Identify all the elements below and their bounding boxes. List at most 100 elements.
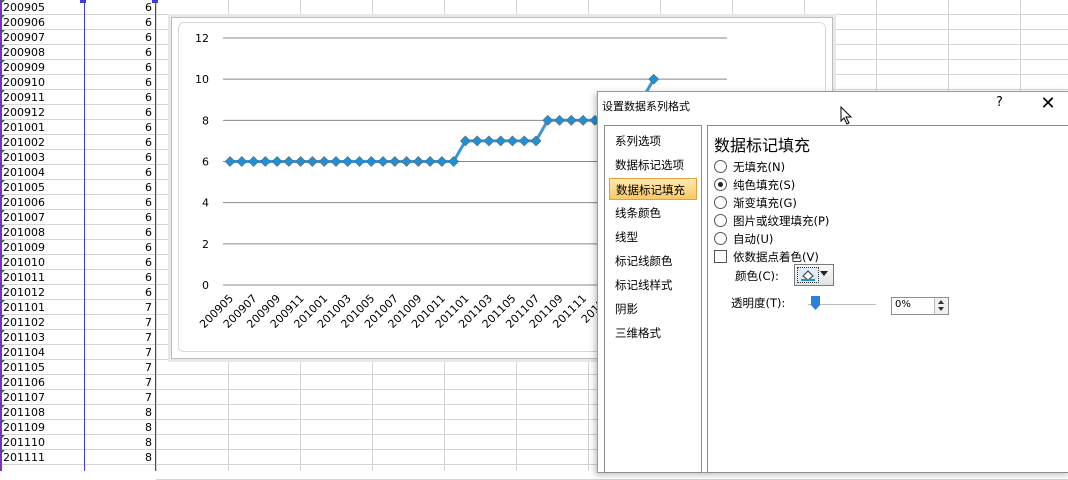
cell-period[interactable]: 201103 <box>0 330 84 345</box>
cell-value[interactable]: 6 <box>84 135 156 150</box>
spin-up-icon[interactable] <box>938 300 944 304</box>
radio-button[interactable] <box>714 214 727 227</box>
cell-value[interactable]: 6 <box>84 165 156 180</box>
cell-value[interactable]: 6 <box>84 240 156 255</box>
cell-period[interactable]: 201108 <box>0 405 84 420</box>
help-icon[interactable]: ? <box>996 95 1003 110</box>
cell-period[interactable]: 201004 <box>0 165 84 180</box>
cell-value[interactable]: 6 <box>84 120 156 135</box>
nav-item[interactable]: 标记线样式 <box>609 274 697 296</box>
cell-value[interactable]: 8 <box>84 450 156 465</box>
cell-value[interactable]: 8 <box>84 420 156 435</box>
cell-value[interactable]: 6 <box>84 285 156 300</box>
cell-period[interactable]: 200905 <box>0 0 84 15</box>
cell-period[interactable]: 200906 <box>0 15 84 30</box>
cell-value[interactable]: 6 <box>84 225 156 240</box>
cell-period[interactable]: 201003 <box>0 150 84 165</box>
spin-buttons[interactable] <box>934 298 948 314</box>
cell-period[interactable]: 201010 <box>0 255 84 270</box>
cell-value[interactable]: 7 <box>84 360 156 375</box>
checkbox-box[interactable] <box>714 250 727 263</box>
cell-value[interactable]: 6 <box>84 255 156 270</box>
cell-value[interactable]: 6 <box>84 60 156 75</box>
cell-period[interactable]: 201105 <box>0 360 84 375</box>
cell-period[interactable]: 201005 <box>0 180 84 195</box>
cell-period[interactable]: 201104 <box>0 345 84 360</box>
transparency-input[interactable]: 0% <box>891 297 949 315</box>
cell-period[interactable]: 201109 <box>0 420 84 435</box>
cell-period[interactable]: 201009 <box>0 240 84 255</box>
cell-period[interactable]: 201006 <box>0 195 84 210</box>
cell-value[interactable]: 7 <box>84 390 156 405</box>
data-point <box>554 114 565 126</box>
cell-value[interactable]: 6 <box>84 45 156 60</box>
cell-period[interactable]: 201110 <box>0 435 84 450</box>
nav-item[interactable]: 系列选项 <box>609 130 697 152</box>
cell-period[interactable]: 201007 <box>0 210 84 225</box>
cell-value[interactable]: 7 <box>84 315 156 330</box>
data-point <box>377 156 389 167</box>
radio-button[interactable] <box>714 178 727 191</box>
fill-option[interactable]: 无填充(N) <box>714 159 785 175</box>
cell-period[interactable]: 201011 <box>0 270 84 285</box>
nav-item[interactable]: 线条颜色 <box>609 202 697 224</box>
cell-period[interactable]: 201106 <box>0 375 84 390</box>
fill-option[interactable]: 自动(U) <box>714 231 773 247</box>
nav-item[interactable]: 三维格式 <box>609 322 697 344</box>
nav-item[interactable]: 数据标记填充 <box>609 178 697 200</box>
cell-period[interactable]: 201008 <box>0 225 84 240</box>
cell-period[interactable]: 200911 <box>0 90 84 105</box>
cell-period[interactable]: 201111 <box>0 450 84 465</box>
radio-button[interactable] <box>714 196 727 209</box>
spin-down-icon[interactable] <box>938 307 944 311</box>
fill-option[interactable]: 渐变填充(G) <box>714 195 797 211</box>
cell-period[interactable]: 200908 <box>0 45 84 60</box>
color-picker-button[interactable] <box>794 264 834 286</box>
cell-value[interactable]: 6 <box>84 210 156 225</box>
cell-value[interactable]: 6 <box>84 180 156 195</box>
cell-period[interactable]: 201102 <box>0 315 84 330</box>
cell-value[interactable]: 6 <box>84 150 156 165</box>
cell-value[interactable]: 6 <box>84 15 156 30</box>
close-icon[interactable]: ✕ <box>1038 93 1058 114</box>
cell-value[interactable]: 6 <box>84 0 156 15</box>
cell-value[interactable]: 6 <box>84 195 156 210</box>
vary-colors-checkbox[interactable]: 依数据点着色(V) <box>714 249 819 265</box>
radio-button[interactable] <box>714 232 727 245</box>
radio-button[interactable] <box>714 160 727 173</box>
data-point <box>259 156 271 167</box>
cell-value[interactable]: 6 <box>84 90 156 105</box>
cell-value[interactable]: 7 <box>84 330 156 345</box>
cell-value[interactable]: 8 <box>84 435 156 450</box>
cell-value[interactable]: 6 <box>84 105 156 120</box>
cell-value[interactable]: 7 <box>84 300 156 315</box>
selection-handle[interactable] <box>80 0 86 3</box>
cell-value[interactable]: 7 <box>84 375 156 390</box>
cell-value[interactable]: 6 <box>84 270 156 285</box>
cell-period[interactable]: 200912 <box>0 105 84 120</box>
cell-period[interactable]: 201107 <box>0 390 84 405</box>
cell-value[interactable]: 7 <box>84 345 156 360</box>
cell-period[interactable]: 200907 <box>0 30 84 45</box>
nav-item[interactable]: 数据标记选项 <box>609 154 697 176</box>
cell-value[interactable]: 6 <box>84 30 156 45</box>
data-point <box>436 156 448 167</box>
data-point <box>318 156 330 167</box>
nav-item[interactable]: 线型 <box>609 226 697 248</box>
transparency-slider[interactable] <box>811 296 820 310</box>
cell-value[interactable]: 6 <box>84 75 156 90</box>
cell-period[interactable]: 200910 <box>0 75 84 90</box>
cell-period[interactable]: 201002 <box>0 135 84 150</box>
cell-period[interactable]: 201012 <box>0 285 84 300</box>
cell-value[interactable]: 8 <box>84 405 156 420</box>
data-point <box>236 156 248 167</box>
fill-option[interactable]: 纯色填充(S) <box>714 177 795 193</box>
y-tick-label: 4 <box>202 197 209 210</box>
cell-period[interactable]: 201101 <box>0 300 84 315</box>
cell-period[interactable]: 200909 <box>0 60 84 75</box>
selection-handle[interactable] <box>152 0 158 3</box>
fill-option[interactable]: 图片或纹理填充(P) <box>714 213 829 229</box>
nav-item[interactable]: 标记线颜色 <box>609 250 697 272</box>
cell-period[interactable]: 201001 <box>0 120 84 135</box>
nav-item[interactable]: 阴影 <box>609 298 697 320</box>
